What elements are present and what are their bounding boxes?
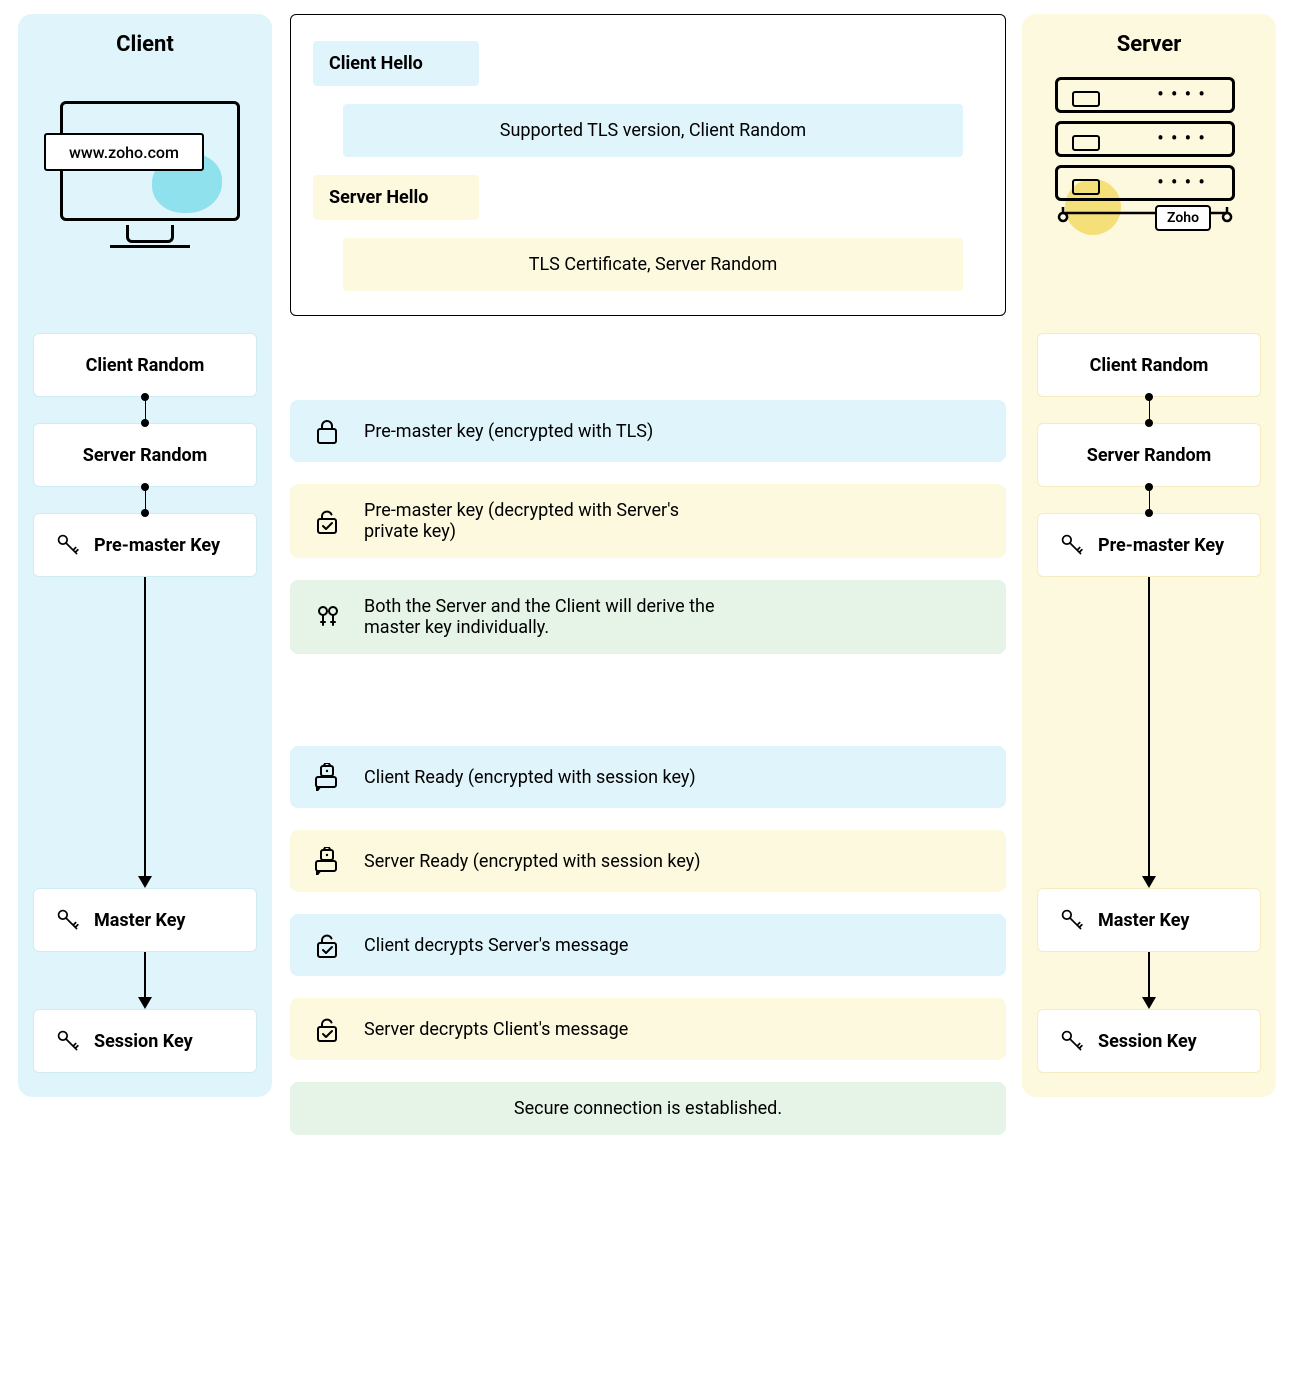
server-client-random-box: Client Random [1037, 333, 1261, 397]
unlock-check-icon [312, 930, 342, 960]
key-icon [1060, 908, 1084, 932]
client-column: Client www.zoho.com Client Random Server… [18, 14, 272, 1097]
connector [1149, 487, 1150, 513]
step-premaster-encrypted: Pre-master key (encrypted with TLS) [290, 400, 1006, 462]
unlock-check-icon [312, 1014, 342, 1044]
browser-url-chip: www.zoho.com [44, 133, 204, 171]
connector [145, 397, 146, 423]
spacer [290, 676, 1006, 746]
client-server-random-box: Server Random [33, 423, 257, 487]
step-text: Client Ready (encrypted with session key… [364, 767, 696, 788]
key-icon [1060, 1029, 1084, 1053]
server-server-random-box: Server Random [1037, 423, 1261, 487]
step-premaster-decrypted: Pre-master key (decrypted with Server's … [290, 484, 1006, 558]
step-text: Client decrypts Server's message [364, 935, 628, 956]
label: Session Key [1098, 1031, 1197, 1052]
server-rack-icon [1055, 121, 1235, 157]
handshake-center: Client Hello Supported TLS version, Clie… [290, 14, 1006, 1157]
label: Pre-master Key [1098, 535, 1224, 556]
lock-chat-icon [312, 846, 342, 876]
step-client-ready: Client Ready (encrypted with session key… [290, 746, 1006, 808]
monitor-stand [126, 225, 174, 243]
label: Pre-master Key [94, 535, 220, 556]
key-icon [56, 908, 80, 932]
key-icon [56, 533, 80, 557]
server-rack-icon [1055, 165, 1235, 201]
unlock-check-icon [312, 506, 342, 536]
step-server-ready: Server Ready (encrypted with session key… [290, 830, 1006, 892]
step-derive-master: Both the Server and the Client will deri… [290, 580, 1006, 654]
step-final: Secure connection is established. [290, 1082, 1006, 1135]
step-text: Secure connection is established. [514, 1098, 782, 1119]
client-session-box: Session Key [33, 1009, 257, 1073]
monitor-base [110, 245, 190, 248]
server-hello-label: Server Hello [313, 175, 479, 220]
step-server-decrypts: Server decrypts Client's message [290, 998, 1006, 1060]
client-client-random-box: Client Random [33, 333, 257, 397]
connector [145, 487, 146, 513]
label: Master Key [94, 910, 185, 931]
client-hello-bar: Supported TLS version, Client Random [343, 104, 963, 157]
server-illustration: Zoho [1049, 73, 1249, 253]
key-icon [1060, 533, 1084, 557]
server-zoho-chip: Zoho [1155, 205, 1211, 231]
client-illustration: www.zoho.com [50, 73, 240, 243]
client-master-box: Master Key [33, 888, 257, 952]
keys-bunch-icon [312, 602, 342, 632]
client-title: Client [116, 32, 174, 57]
step-text: Server Ready (encrypted with session key… [364, 851, 701, 872]
key-icon [56, 1029, 80, 1053]
step-client-decrypts: Client decrypts Server's message [290, 914, 1006, 976]
label: Master Key [1098, 910, 1189, 931]
lock-icon [312, 416, 342, 446]
server-session-box: Session Key [1037, 1009, 1261, 1073]
step-text: Server decrypts Client's message [364, 1019, 628, 1040]
server-title: Server [1117, 32, 1182, 57]
step-text: Both the Server and the Client will deri… [364, 596, 724, 638]
step-text: Pre-master key (decrypted with Server's … [364, 500, 684, 542]
lock-chat-icon [312, 762, 342, 792]
server-hello-bar: TLS Certificate, Server Random [343, 238, 963, 291]
connector [1149, 397, 1150, 423]
step-text: Pre-master key (encrypted with TLS) [364, 421, 653, 442]
client-premaster-box: Pre-master Key [33, 513, 257, 577]
server-column: Server Zoho Client Random Server Random … [1022, 14, 1276, 1097]
client-hello-label: Client Hello [313, 41, 479, 86]
label: Session Key [94, 1031, 193, 1052]
server-premaster-box: Pre-master Key [1037, 513, 1261, 577]
hello-frame: Client Hello Supported TLS version, Clie… [290, 14, 1006, 316]
server-rack-icon [1055, 77, 1235, 113]
server-master-box: Master Key [1037, 888, 1261, 952]
